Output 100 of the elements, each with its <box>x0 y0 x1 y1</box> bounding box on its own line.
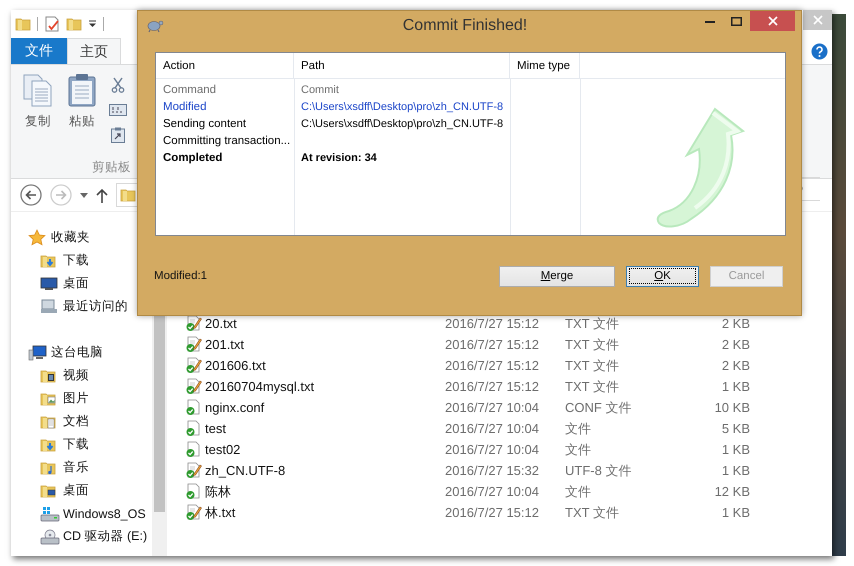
edited-file-icon <box>185 504 203 521</box>
file-date: 2016/7/27 15:32 <box>445 463 540 478</box>
ribbon-tab[interactable]: 文件 <box>11 38 67 64</box>
dropdown-icon[interactable] <box>88 20 97 28</box>
nav-item[interactable]: 视频 <box>40 367 89 384</box>
clipboard-icon <box>67 73 97 107</box>
file-date: 2016/7/27 15:12 <box>445 505 540 520</box>
group-label: 剪贴板 <box>91 159 132 176</box>
shortcut-icon <box>111 127 125 143</box>
action-cell: Committing transaction... <box>163 134 290 146</box>
ribbon-button[interactable]: 粘贴 <box>65 73 99 153</box>
path-cell: At revision: 34 <box>301 152 377 164</box>
new-folder-icon <box>66 16 82 32</box>
documents-folder-icon <box>40 414 56 430</box>
file-name[interactable]: 20160704mysql.txt <box>185 378 445 395</box>
dialog-title: Commit Finished! <box>402 17 528 35</box>
nav-item[interactable]: 下载 <box>40 252 89 269</box>
file-name[interactable]: zh_CN.UTF-8 <box>185 462 445 479</box>
computer-icon <box>28 344 48 360</box>
nav-item[interactable]: 桌面 <box>40 482 89 499</box>
file-type: 文件 <box>565 440 592 458</box>
file-name[interactable]: nginx.conf <box>185 399 445 416</box>
history-dropdown-icon[interactable] <box>80 192 88 198</box>
file-name[interactable]: 201.txt <box>185 336 445 353</box>
file-name[interactable]: test <box>185 420 445 437</box>
file-size: 12 KB <box>714 484 750 499</box>
path-cell: C:\Users\xsdff\Desktop\pro\zh_CN.UTF-8 <box>301 118 504 130</box>
status-text: Modified:1 <box>154 270 208 282</box>
help-icon[interactable] <box>811 43 828 60</box>
file-type: TXT 文件 <box>565 378 620 396</box>
file-type: TXT 文件 <box>565 356 620 374</box>
ribbon-button[interactable]: 复制 <box>21 73 55 153</box>
file-size: 1 KB <box>720 463 750 478</box>
file-date: 2016/7/27 10:04 <box>445 400 540 415</box>
nav-item[interactable]: Windows8_OS <box>40 506 146 522</box>
path-icon <box>109 104 127 116</box>
column-header[interactable]: Action <box>156 53 294 78</box>
folder-icon <box>15 16 31 32</box>
nav-item[interactable]: 文档 <box>40 413 89 430</box>
action-cell: Modified <box>163 100 206 112</box>
path-cell: C:\Users\xsdff\Desktop\pro\zh_CN.UTF-8 <box>301 100 504 112</box>
file-name[interactable]: test02 <box>185 441 445 458</box>
file-type: UTF-8 文件 <box>565 462 632 480</box>
dialog-button[interactable]: Merge <box>499 266 615 286</box>
file-type: TXT 文件 <box>565 336 620 354</box>
nav-item[interactable]: 桌面 <box>40 275 89 292</box>
maximize-icon <box>731 17 742 26</box>
dialog-button[interactable]: OK <box>626 266 699 286</box>
nav-item[interactable]: 收藏夹 <box>28 229 90 246</box>
nav-item[interactable]: 最近访问的 <box>40 298 128 315</box>
file-date: 2016/7/27 15:12 <box>445 337 540 352</box>
star-icon <box>28 229 46 246</box>
download-folder-icon <box>40 436 56 452</box>
file-size: 10 KB <box>714 400 750 415</box>
minimize-icon <box>704 20 714 22</box>
file-size: 1 KB <box>720 379 750 394</box>
file-name[interactable]: 201606.txt <box>185 357 445 374</box>
file-size: 5 KB <box>720 421 750 436</box>
ribbon-tab[interactable]: 主页 <box>67 38 121 64</box>
file-date: 2016/7/27 10:04 <box>445 442 540 457</box>
column-header[interactable]: Path <box>294 53 510 78</box>
video-folder-icon <box>40 368 56 384</box>
ribbon-button[interactable] <box>109 125 127 145</box>
folder-icon <box>120 187 136 203</box>
ribbon-button[interactable] <box>109 75 127 95</box>
nav-item[interactable]: CD 驱动器 (E:) <box>40 528 148 545</box>
file-date: 2016/7/27 15:12 <box>445 379 540 394</box>
properties-icon[interactable] <box>44 16 60 32</box>
file-type: 文件 <box>565 420 592 438</box>
file-size: 2 KB <box>720 358 750 373</box>
file-type: TXT 文件 <box>565 314 620 332</box>
back-button[interactable] <box>20 184 42 206</box>
file-date: 2016/7/27 15:12 <box>445 316 540 331</box>
file-name[interactable]: 林.txt <box>185 504 445 522</box>
scissors-icon <box>110 77 126 93</box>
file-date: 2016/7/27 15:12 <box>445 358 540 373</box>
nav-item[interactable]: 图片 <box>40 390 89 407</box>
edited-file-icon <box>185 357 203 374</box>
copy-icon <box>22 73 54 107</box>
nav-item[interactable]: 音乐 <box>40 459 89 476</box>
nav-item[interactable]: 这台电脑 <box>28 344 103 361</box>
nav-item[interactable]: 下载 <box>40 436 89 453</box>
file-name[interactable]: 陈林 <box>185 482 445 500</box>
edited-file-icon <box>185 462 203 479</box>
file-date: 2016/7/27 10:04 <box>445 484 540 499</box>
close-icon <box>812 15 822 25</box>
file-type: TXT 文件 <box>565 504 620 522</box>
file-size: 1 KB <box>720 442 750 457</box>
action-cell: Sending content <box>163 118 246 130</box>
action-cell: Completed <box>163 152 222 164</box>
action-cell: Command <box>163 84 216 96</box>
file-name[interactable]: 20.txt <box>185 315 445 332</box>
cd-drive-icon <box>40 528 60 544</box>
download-folder-icon <box>40 252 56 268</box>
column-header[interactable]: Mime type <box>510 53 580 78</box>
edited-file-icon <box>185 378 203 395</box>
up-arrow-icon[interactable] <box>96 188 108 202</box>
recent-places-icon <box>40 298 58 314</box>
close-button[interactable] <box>750 11 795 31</box>
file-date: 2016/7/27 10:04 <box>445 421 540 436</box>
